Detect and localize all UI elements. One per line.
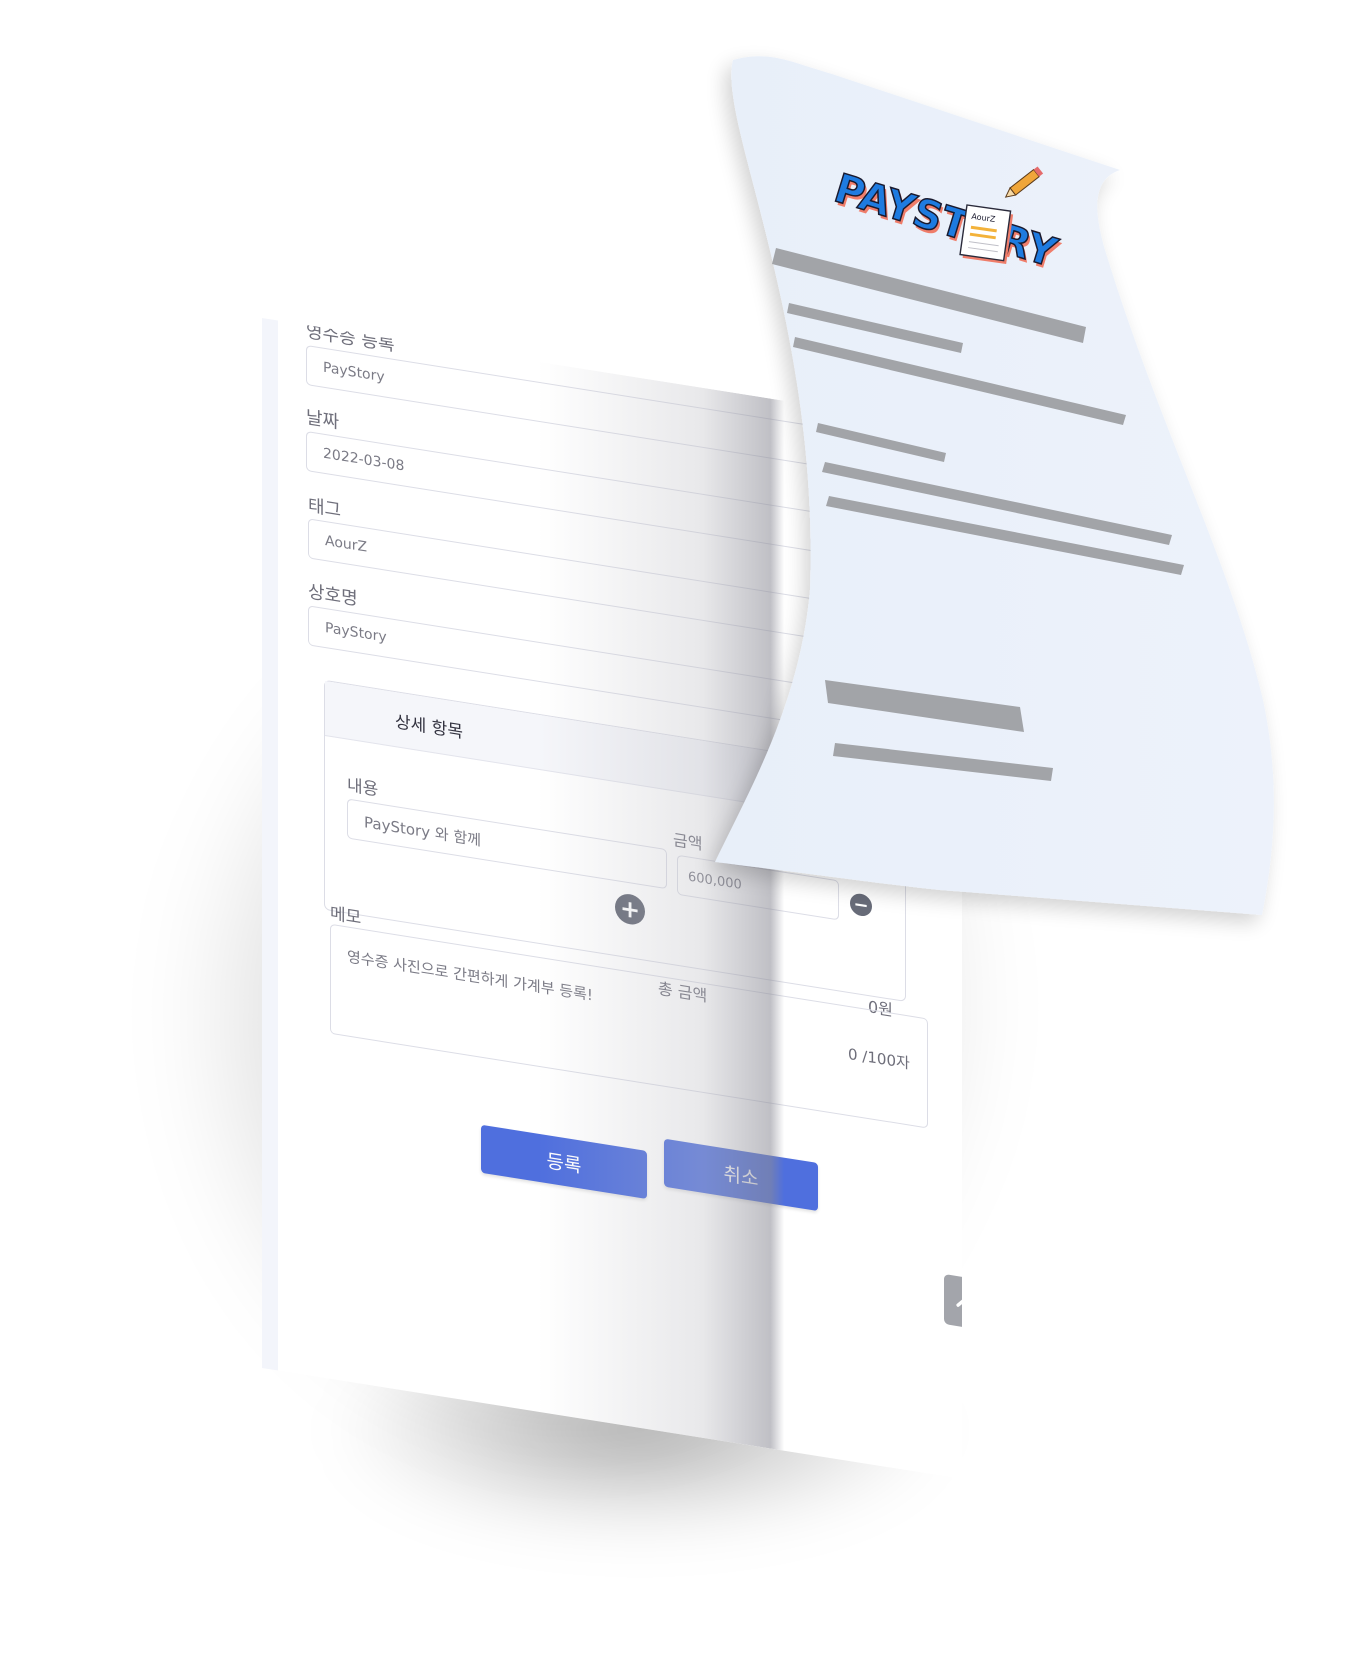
- scene: 영수증 등록 PayStory 날짜 2022-03-08 태그 AourZ 상…: [0, 0, 1350, 1655]
- paper-sheet: [715, 56, 1274, 915]
- receipt-note-icon: AourZ: [959, 204, 1014, 265]
- receipt-paper: PAYSTORY PAYSTORY AourZ: [715, 56, 1274, 915]
